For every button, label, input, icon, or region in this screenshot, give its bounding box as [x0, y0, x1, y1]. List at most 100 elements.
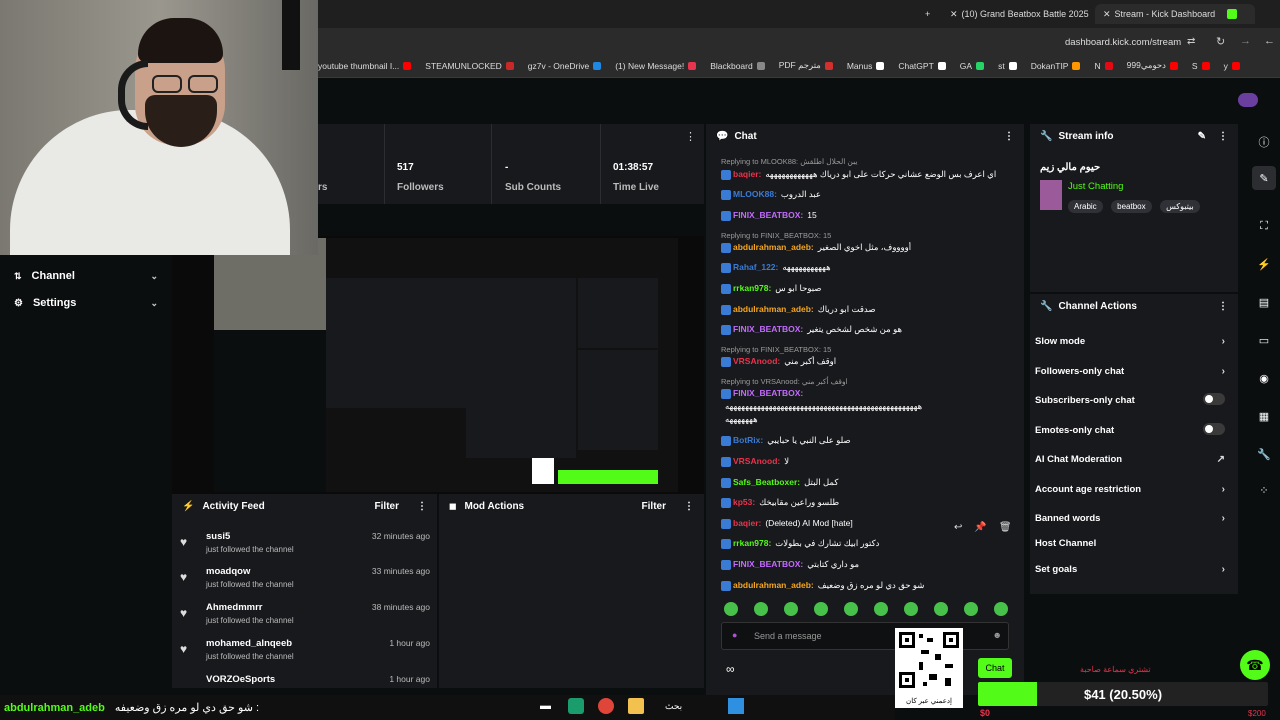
- channel-action-ai-chat-moderation[interactable]: AI Chat Moderation ↗: [1035, 454, 1231, 465]
- chat-message[interactable]: FINIX_BEATBOX:: [721, 388, 1016, 399]
- chat-username[interactable]: abdulrahman_adeb:: [733, 580, 814, 590]
- chat-message[interactable]: abdulrahman_adeb: صدقت ابو درياك: [721, 304, 1016, 315]
- chat-username[interactable]: rrkan978:: [733, 538, 771, 548]
- chat-message[interactable]: baqier: اي اعرف بس الوضع عشاني حركات على …: [721, 169, 1016, 180]
- chat-message[interactable]: هههههههههههههههههههههههههههههههههههههههه…: [721, 401, 1016, 412]
- close-icon[interactable]: ✕: [1103, 9, 1111, 20]
- translate-icon[interactable]: ⇄: [1187, 36, 1195, 47]
- sidebar-item-channel[interactable]: ⇅ Channel ⌄: [14, 270, 164, 282]
- chat-username[interactable]: FINIX_BEATBOX:: [733, 388, 803, 398]
- chat-message[interactable]: هههههههه: [721, 414, 1016, 425]
- channel-action-followers-only-chat[interactable]: Followers-only chat ›: [1035, 366, 1231, 377]
- document-icon[interactable]: ▤: [1252, 290, 1276, 314]
- chat-username[interactable]: baqier:: [733, 169, 761, 179]
- expand-icon[interactable]: ⛶: [1252, 214, 1276, 238]
- taskbar-icon[interactable]: ▬: [540, 700, 551, 712]
- bookmark-item[interactable]: ChatGPT: [898, 61, 946, 71]
- folder-icon[interactable]: [628, 698, 644, 714]
- lightning-icon[interactable]: ⚡: [1252, 252, 1276, 276]
- bookmark-item[interactable]: N: [1094, 61, 1113, 71]
- bookmark-item[interactable]: Blackboard: [710, 61, 765, 71]
- chat-username[interactable]: BotRix:: [733, 435, 763, 445]
- chat-username[interactable]: FINIX_BEATBOX:: [733, 210, 803, 220]
- help-button[interactable]: ☎: [1240, 650, 1270, 680]
- emote-icon[interactable]: [964, 602, 978, 616]
- back-icon[interactable]: ←: [1264, 35, 1275, 47]
- chat-icon[interactable]: ▭: [1252, 328, 1276, 352]
- chat-message[interactable]: abdulrahman_adeb: أووووف، مثل اخوي الصغير: [721, 242, 1016, 253]
- emote-icon[interactable]: [784, 602, 798, 616]
- chat-reply-context[interactable]: Replying to FINIX_BEATBOX: 15: [721, 230, 1016, 240]
- app-icon[interactable]: [568, 698, 584, 714]
- chat-username[interactable]: VRSAnood:: [733, 456, 780, 466]
- emote-icon[interactable]: [754, 602, 768, 616]
- chat-username[interactable]: Rahaf_122:: [733, 262, 778, 272]
- bookmark-item[interactable]: PDF مترجم: [779, 60, 833, 71]
- channel-action-emotes-only-chat[interactable]: Emotes-only chat: [1035, 423, 1231, 436]
- tab-grand-beatbox[interactable]: ✕ (10) Grand Beatbox Battle 2025: [950, 4, 1089, 24]
- toggle-switch[interactable]: [1203, 393, 1225, 405]
- bookmark-item[interactable]: (1) New Message!: [615, 61, 697, 71]
- more-options-icon[interactable]: ⋮: [1004, 131, 1014, 142]
- wrench-icon[interactable]: 🔧: [1252, 442, 1276, 466]
- chat-username[interactable]: FINIX_BEATBOX:: [733, 324, 803, 334]
- reload-icon[interactable]: ↻: [1216, 35, 1225, 48]
- channel-action-account-age-restriction[interactable]: Account age restriction ›: [1035, 484, 1231, 495]
- emote-icon[interactable]: [814, 602, 828, 616]
- chat-message[interactable]: Rahaf_122: هههههههههههه: [721, 262, 1016, 273]
- chat-username[interactable]: Safs_Beatboxer:: [733, 477, 800, 487]
- chat-message[interactable]: BotRix: صلو على النبي يا حبايبي: [721, 435, 1016, 446]
- sidebar-item-settings[interactable]: ⚙ Settings ⌄: [14, 297, 164, 309]
- chat-message[interactable]: FINIX_BEATBOX: 15: [721, 210, 1016, 221]
- chat-username[interactable]: kp53:: [733, 497, 755, 507]
- chat-message[interactable]: FINIX_BEATBOX: مو داري كتابتي: [721, 559, 1016, 570]
- chrome-icon[interactable]: [598, 698, 614, 714]
- microphone-icon[interactable]: ●: [732, 630, 737, 640]
- reply-icon[interactable]: ↩: [954, 522, 962, 533]
- info-icon[interactable]: ⓘ: [1252, 130, 1276, 154]
- chat-username[interactable]: FINIX_BEATBOX:: [733, 559, 803, 569]
- emoji-icon[interactable]: ☻: [993, 630, 1002, 640]
- chat-message[interactable]: VRSAnood: لا: [721, 456, 1016, 467]
- more-options-icon[interactable]: ⋮: [1218, 301, 1228, 312]
- stream-preview[interactable]: [172, 236, 704, 494]
- new-tab-button[interactable]: +: [925, 4, 930, 24]
- chat-username[interactable]: baqier:: [733, 518, 761, 528]
- more-options-icon[interactable]: ⋮: [1218, 131, 1228, 142]
- chat-username[interactable]: abdulrahman_adeb:: [733, 242, 814, 252]
- chat-input[interactable]: ● Send a message ☻: [721, 622, 1009, 650]
- more-options-icon[interactable]: ⋮: [417, 501, 427, 512]
- edit-icon[interactable]: ✎: [1198, 131, 1206, 142]
- chat-message[interactable]: abdulrahman_adeb: شو حق دي لو مره زق وضعي…: [721, 580, 1016, 591]
- chat-username[interactable]: MLOOK88:: [733, 189, 777, 199]
- chat-reply-context[interactable]: Replying to VRSAnood: اوقف أكبر مني: [721, 376, 1016, 386]
- channel-action-slow-mode[interactable]: Slow mode ›: [1035, 336, 1231, 347]
- bookmark-item[interactable]: Manus: [847, 61, 885, 71]
- toggle-switch[interactable]: [1203, 423, 1225, 435]
- infinity-icon[interactable]: ∞: [726, 662, 735, 676]
- bookmark-item[interactable]: S: [1192, 61, 1210, 71]
- more-options-icon[interactable]: ⋮: [685, 130, 696, 143]
- channel-action-host-channel[interactable]: Host Channel: [1035, 538, 1231, 549]
- send-chat-button[interactable]: Chat: [978, 658, 1012, 678]
- windows-icon[interactable]: [728, 698, 744, 714]
- close-icon[interactable]: ✕: [950, 9, 958, 20]
- emote-icon[interactable]: [724, 602, 738, 616]
- emote-icon[interactable]: [904, 602, 918, 616]
- channel-action-banned-words[interactable]: Banned words ›: [1035, 513, 1231, 524]
- tab-kick-dashboard[interactable]: ✕ Stream - Kick Dashboard: [1095, 4, 1255, 24]
- chat-message[interactable]: VRSAnood: اوقف أكبر مني: [721, 356, 1016, 367]
- delete-icon[interactable]: 🗑: [999, 522, 1012, 533]
- more-options-icon[interactable]: ⋮: [684, 501, 694, 512]
- chat-message[interactable]: kp53: طلسو وراعين مقابيخك: [721, 497, 1016, 508]
- chat-username[interactable]: abdulrahman_adeb:: [733, 304, 814, 314]
- emote-icon[interactable]: [844, 602, 858, 616]
- chat-username[interactable]: rrkan978:: [733, 283, 771, 293]
- category-link[interactable]: Just Chatting: [1068, 181, 1123, 192]
- chat-message[interactable]: Safs_Beatboxer: كمل البتل: [721, 477, 1016, 488]
- bookmark-item[interactable]: STEAMUNLOCKED: [425, 61, 514, 71]
- url-field[interactable]: dashboard.kick.com/stream: [1065, 37, 1181, 48]
- chat-reply-context[interactable]: Replying to FINIX_BEATBOX: 15: [721, 344, 1016, 354]
- apps-icon[interactable]: ⁘: [1252, 478, 1276, 502]
- emote-icon[interactable]: [994, 602, 1008, 616]
